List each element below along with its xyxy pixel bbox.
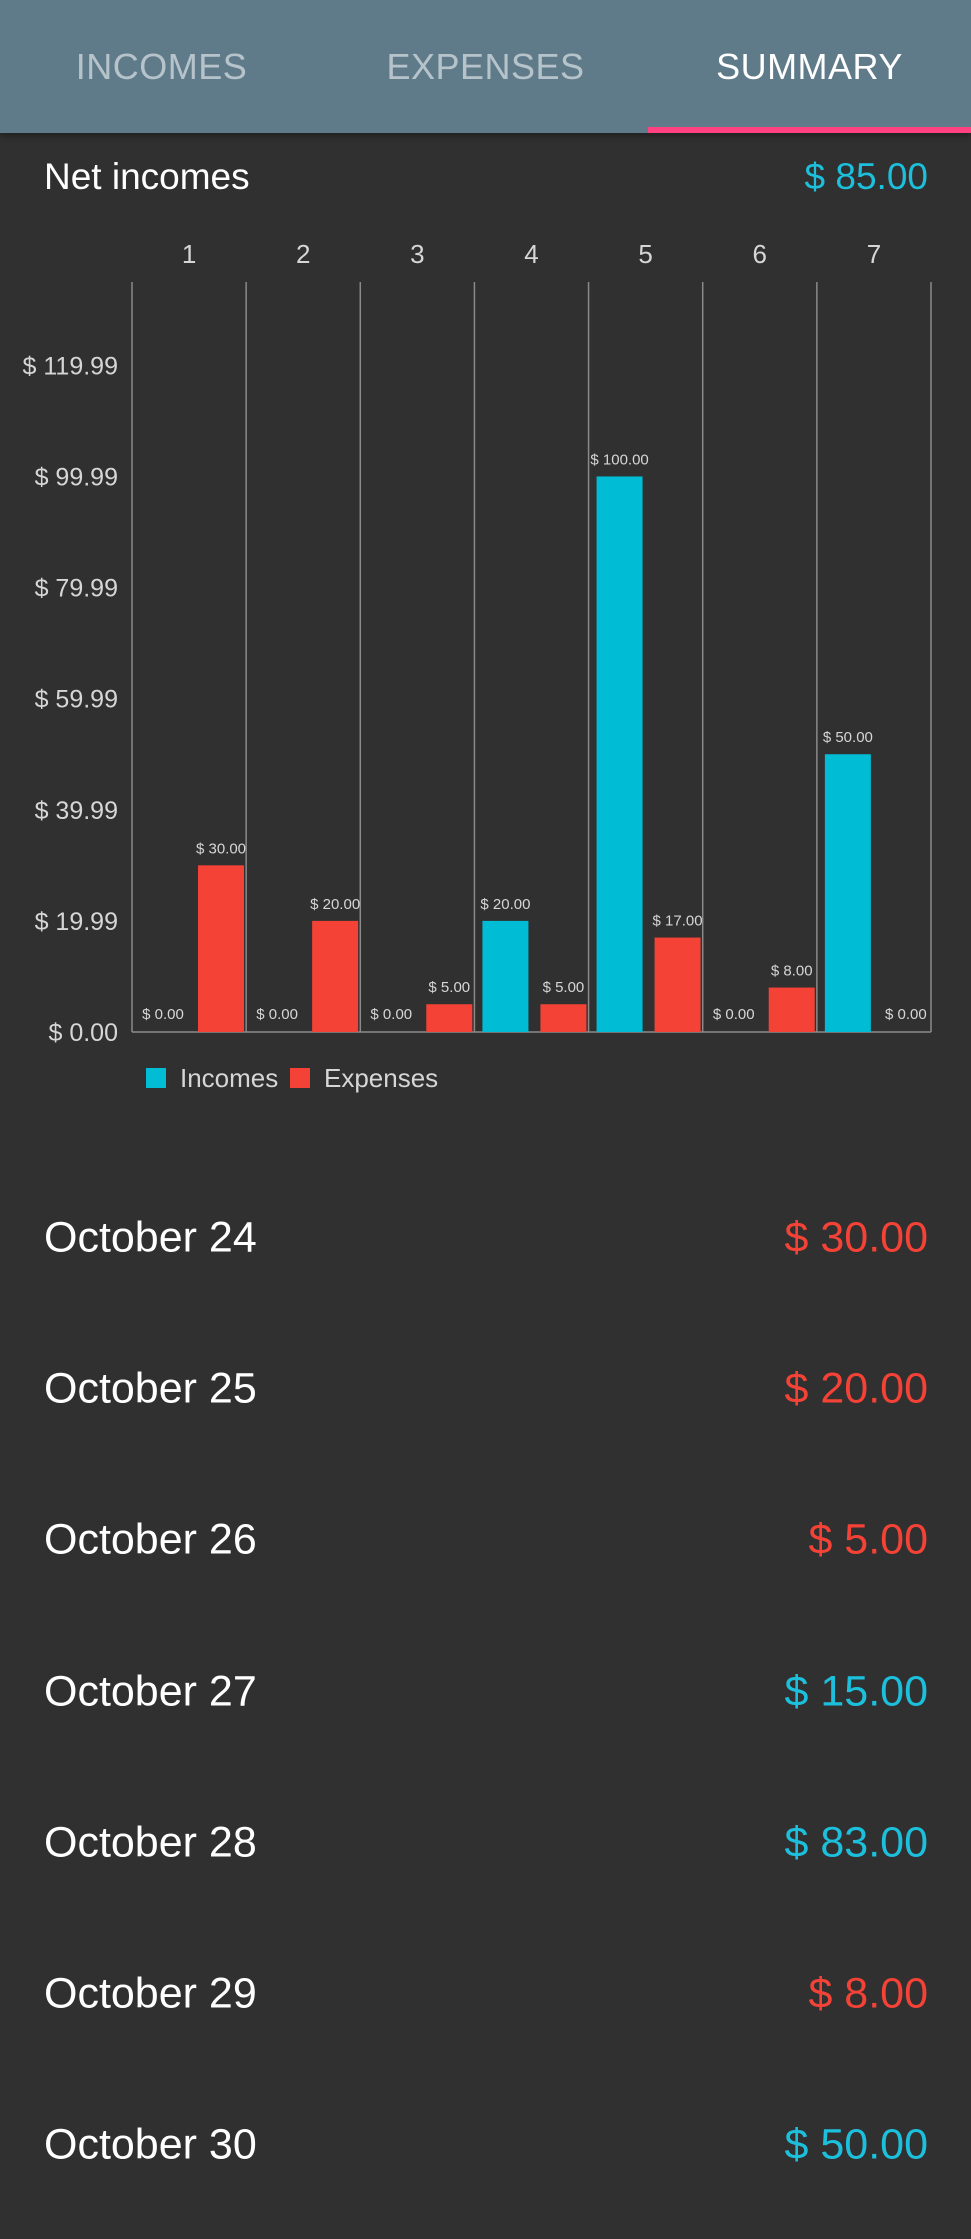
x-tick-label: 6 — [753, 239, 767, 269]
tab-bar: INCOMES EXPENSES SUMMARY — [0, 0, 971, 133]
row-date: October 28 — [44, 1818, 257, 1866]
expense-bar — [312, 920, 359, 1032]
income-bar — [824, 754, 871, 1032]
net-incomes-value: $ 85.00 — [804, 156, 928, 197]
legend-incomes-swatch — [146, 1068, 166, 1088]
summary-row[interactable]: October 27 $ 15.00 — [0, 1616, 971, 1767]
tab-incomes[interactable]: INCOMES — [0, 0, 323, 133]
row-date: October 30 — [44, 2120, 257, 2168]
x-tick-label: 1 — [182, 239, 196, 269]
summary-bar-chart: 1 2 3 4 5 6 7 $ 0.00 $ 19.99 $ 39.99 $ 59.99 $ 79.9… — [23, 239, 932, 1093]
y-tick-label: $ 99.99 — [35, 464, 118, 492]
expense-data-label: $ 30.00 — [196, 840, 246, 857]
expense-data-label: $ 17.00 — [653, 913, 703, 930]
row-date: October 29 — [44, 1969, 257, 2017]
income-data-label: $ 100.00 — [590, 451, 648, 468]
y-tick-label: $ 79.99 — [35, 575, 118, 603]
income-data-label: $ 0.00 — [256, 1006, 298, 1023]
tab-summary[interactable]: SUMMARY — [648, 0, 971, 133]
row-amount: $ 50.00 — [784, 2120, 928, 2168]
summary-row[interactable]: October 24 $ 30.00 — [0, 1162, 971, 1313]
income-bar — [596, 476, 643, 1032]
y-tick-label: $ 59.99 — [35, 686, 118, 714]
legend-incomes-label: Incomes — [180, 1063, 278, 1093]
x-tick-label: 4 — [524, 239, 538, 269]
row-amount: $ 5.00 — [808, 1515, 928, 1563]
row-date: October 24 — [44, 1213, 257, 1261]
expense-data-label: $ 8.00 — [771, 963, 813, 980]
expense-data-label: $ 0.00 — [885, 1006, 927, 1023]
net-incomes-label: Net incomes — [44, 156, 250, 197]
expense-data-label: $ 5.00 — [428, 979, 470, 996]
expense-bar — [768, 987, 815, 1032]
legend-expenses-label: Expenses — [324, 1063, 438, 1093]
expense-bar — [540, 1004, 587, 1032]
tab-expenses[interactable]: EXPENSES — [324, 0, 647, 133]
x-tick-label: 5 — [638, 239, 652, 269]
income-data-label: $ 50.00 — [823, 729, 873, 746]
expense-bar — [198, 865, 244, 1032]
row-amount: $ 20.00 — [784, 1364, 928, 1412]
x-tick-label: 7 — [867, 239, 881, 269]
summary-row[interactable]: October 30 $ 50.00 — [0, 2069, 971, 2220]
income-data-label: $ 0.00 — [142, 1006, 184, 1023]
expense-data-label: $ 5.00 — [543, 979, 585, 996]
row-amount: $ 15.00 — [784, 1667, 928, 1715]
row-date: October 27 — [44, 1667, 257, 1715]
x-tick-label: 3 — [410, 239, 424, 269]
y-tick-label: $ 19.99 — [35, 908, 118, 936]
income-data-label: $ 20.00 — [480, 896, 530, 913]
income-data-label: $ 0.00 — [713, 1006, 755, 1023]
y-tick-label: $ 119.99 — [23, 352, 118, 380]
row-amount: $ 30.00 — [784, 1213, 928, 1261]
summary-row[interactable]: October 29 $ 8.00 — [0, 1918, 971, 2069]
income-bar — [482, 920, 529, 1032]
expense-data-label: $ 20.00 — [310, 896, 360, 913]
expense-bar — [654, 937, 701, 1032]
summary-row[interactable]: October 26 $ 5.00 — [0, 1464, 971, 1615]
row-date: October 26 — [44, 1515, 257, 1563]
y-tick-label: $ 39.99 — [35, 797, 118, 825]
expense-bar — [426, 1004, 473, 1032]
x-tick-label: 2 — [296, 239, 310, 269]
row-date: October 25 — [44, 1364, 257, 1412]
row-amount: $ 8.00 — [808, 1969, 928, 2017]
row-amount: $ 83.00 — [784, 1818, 928, 1866]
y-tick-label: $ 0.00 — [48, 1019, 118, 1047]
legend-expenses-swatch — [290, 1068, 310, 1088]
summary-row[interactable]: October 25 $ 20.00 — [0, 1313, 971, 1464]
income-data-label: $ 0.00 — [370, 1006, 412, 1023]
summary-row[interactable]: October 28 $ 83.00 — [0, 1767, 971, 1918]
active-tab-indicator — [648, 127, 971, 133]
